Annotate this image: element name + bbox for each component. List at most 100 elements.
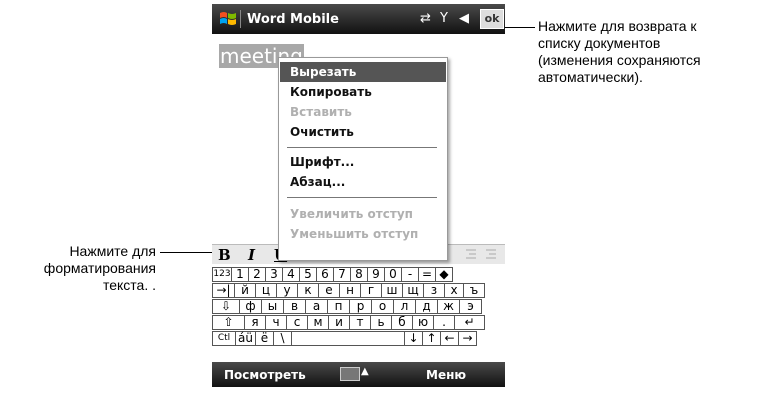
keyboard-key[interactable]: ↓ xyxy=(404,331,423,346)
keyboard-key[interactable]: 1 xyxy=(231,267,249,282)
keyboard-key[interactable]: е xyxy=(318,283,340,298)
menu-separator xyxy=(287,197,437,198)
keyboard-key[interactable]: щ xyxy=(402,283,424,298)
keyboard-key[interactable]: 5 xyxy=(299,267,317,282)
menu-item[interactable]: Вырезать xyxy=(280,62,446,82)
keyboard-key[interactable]: \ xyxy=(273,331,292,346)
context-menu: Вырезать Копировать Вставить Очистить Шрифт.… xyxy=(278,57,448,261)
keyboard-key[interactable]: →| xyxy=(212,283,235,298)
menu-item: Вставить xyxy=(290,105,352,119)
keyboard-key[interactable]: 2 xyxy=(248,267,266,282)
callout-line: списку документов xyxy=(538,35,661,51)
keyboard-key[interactable]: в xyxy=(283,299,306,314)
callout-line: (изменения сохраняются xyxy=(538,52,701,68)
keyboard-key[interactable]: ⇩ xyxy=(212,299,240,314)
keyboard-key[interactable]: з xyxy=(423,283,445,298)
ok-button[interactable]: ok xyxy=(480,9,504,29)
keyboard-key[interactable]: 123 xyxy=(212,267,232,282)
keyboard-key[interactable]: ы xyxy=(261,299,284,314)
menu-item[interactable]: Очистить xyxy=(280,122,446,142)
callout-line: текста. . xyxy=(102,277,156,293)
keyboard-key[interactable]: ц xyxy=(255,283,277,298)
format-callout-line xyxy=(160,252,212,253)
keyboard-key[interactable]: ю xyxy=(412,315,434,330)
windows-start-icon[interactable] xyxy=(218,9,238,29)
italic-button[interactable]: I xyxy=(248,246,255,264)
keyboard-key[interactable]: Ctl xyxy=(212,331,236,346)
keyboard-icon[interactable] xyxy=(340,367,360,381)
menu-item: Уменьшить отступ xyxy=(290,227,419,241)
keyboard-key[interactable]: = xyxy=(418,267,436,282)
callout-line: Нажмите для xyxy=(69,243,156,259)
keyboard-key[interactable]: у xyxy=(276,283,298,298)
indent-icons[interactable] xyxy=(464,246,500,264)
keyboard-key[interactable]: ф xyxy=(239,299,262,314)
keyboard-key[interactable]: 9 xyxy=(367,267,385,282)
keyboard-key[interactable]: → xyxy=(458,331,477,346)
keyboard-key[interactable]: ж xyxy=(437,299,460,314)
keyboard-key[interactable]: áü xyxy=(235,331,256,346)
keyboard-key[interactable]: й xyxy=(234,283,256,298)
keyboard-key[interactable]: р xyxy=(349,299,372,314)
ok-callout-text: Нажмите для возврата к списку документов… xyxy=(538,18,701,86)
keyboard-key[interactable]: н xyxy=(339,283,361,298)
keyboard-key[interactable]: л xyxy=(393,299,416,314)
keyboard-key[interactable]: а xyxy=(305,299,328,314)
ok-callout-line xyxy=(505,27,535,28)
keyboard-key[interactable]: 3 xyxy=(265,267,283,282)
bold-button[interactable]: B xyxy=(218,246,231,264)
keyboard-key[interactable]: о xyxy=(371,299,394,314)
keyboard-key[interactable]: т xyxy=(349,315,371,330)
soft-key-bar: Посмотреть ▲ Меню xyxy=(212,362,505,387)
keyboard-key[interactable]: ↑ xyxy=(422,331,441,346)
menu-item[interactable]: Копировать xyxy=(280,82,446,102)
keyboard-key[interactable]: э xyxy=(459,299,482,314)
menu-item[interactable]: Шрифт... xyxy=(280,152,446,172)
soft-keyboard: 123 1 2 3 4 5 6 7 8 9 0- = ◆ →| й ц у к е н г ш щ з х ъ ⇩ ф ы в а п р о л д… xyxy=(212,264,505,362)
keyboard-key[interactable]: ч xyxy=(265,315,287,330)
keyboard-key[interactable]: д xyxy=(415,299,438,314)
keyboard-key[interactable]: ↵ xyxy=(454,315,485,330)
keyboard-key[interactable]: 0 xyxy=(384,267,402,282)
sync-icon[interactable]: ⇄ xyxy=(420,11,431,26)
keyboard-key[interactable]: б xyxy=(391,315,413,330)
keyboard-key[interactable]: ⇧ xyxy=(212,315,245,330)
title-bar: Word Mobile ⇄ Y ◀ ok xyxy=(212,4,505,34)
menu-separator xyxy=(287,147,437,148)
menu-item: Увеличить отступ xyxy=(290,207,413,221)
keyboard-key[interactable]: ◆ xyxy=(435,267,453,282)
keyboard-key[interactable]: к xyxy=(297,283,319,298)
keyboard-key[interactable]: ё xyxy=(255,331,274,346)
menu-softkey[interactable]: Меню xyxy=(426,368,466,382)
keyboard-key[interactable]: 4 xyxy=(282,267,300,282)
callout-line: автоматически). xyxy=(538,69,643,85)
keyboard-key[interactable]: 8 xyxy=(350,267,368,282)
keyboard-key[interactable]: - xyxy=(401,267,419,282)
space-key[interactable] xyxy=(291,331,405,346)
keyboard-key[interactable]: с xyxy=(286,315,308,330)
keyboard-key[interactable]: п xyxy=(327,299,350,314)
keyboard-key[interactable]: 7 xyxy=(333,267,351,282)
keyboard-key[interactable]: ← xyxy=(440,331,459,346)
menu-item[interactable]: Абзац... xyxy=(280,172,446,192)
app-title: Word Mobile xyxy=(247,12,339,27)
keyboard-key[interactable]: и xyxy=(328,315,350,330)
title-separator xyxy=(240,10,241,28)
format-callout-text: Нажмите для форматирования текста. . xyxy=(0,243,156,294)
signal-icon[interactable]: Y xyxy=(440,11,448,26)
keyboard-key[interactable]: ь xyxy=(370,315,392,330)
keyboard-key[interactable]: м xyxy=(307,315,329,330)
volume-icon[interactable]: ◀ xyxy=(459,11,469,26)
keyboard-key[interactable]: х xyxy=(444,283,464,298)
keyboard-key[interactable]: . xyxy=(433,315,455,330)
callout-line: Нажмите для возврата к xyxy=(538,18,697,34)
keyboard-key[interactable]: ъ xyxy=(463,283,485,298)
sip-arrow-icon[interactable]: ▲ xyxy=(361,366,369,377)
keyboard-key[interactable]: г xyxy=(360,283,382,298)
keyboard-key[interactable]: ш xyxy=(381,283,403,298)
pocket-pc-screen: Word Mobile ⇄ Y ◀ ok meeting B I U 12312… xyxy=(212,4,505,387)
callout-line: форматирования xyxy=(43,260,156,276)
view-softkey[interactable]: Посмотреть xyxy=(224,368,306,382)
keyboard-key[interactable]: 6 xyxy=(316,267,334,282)
keyboard-key[interactable]: я xyxy=(244,315,266,330)
